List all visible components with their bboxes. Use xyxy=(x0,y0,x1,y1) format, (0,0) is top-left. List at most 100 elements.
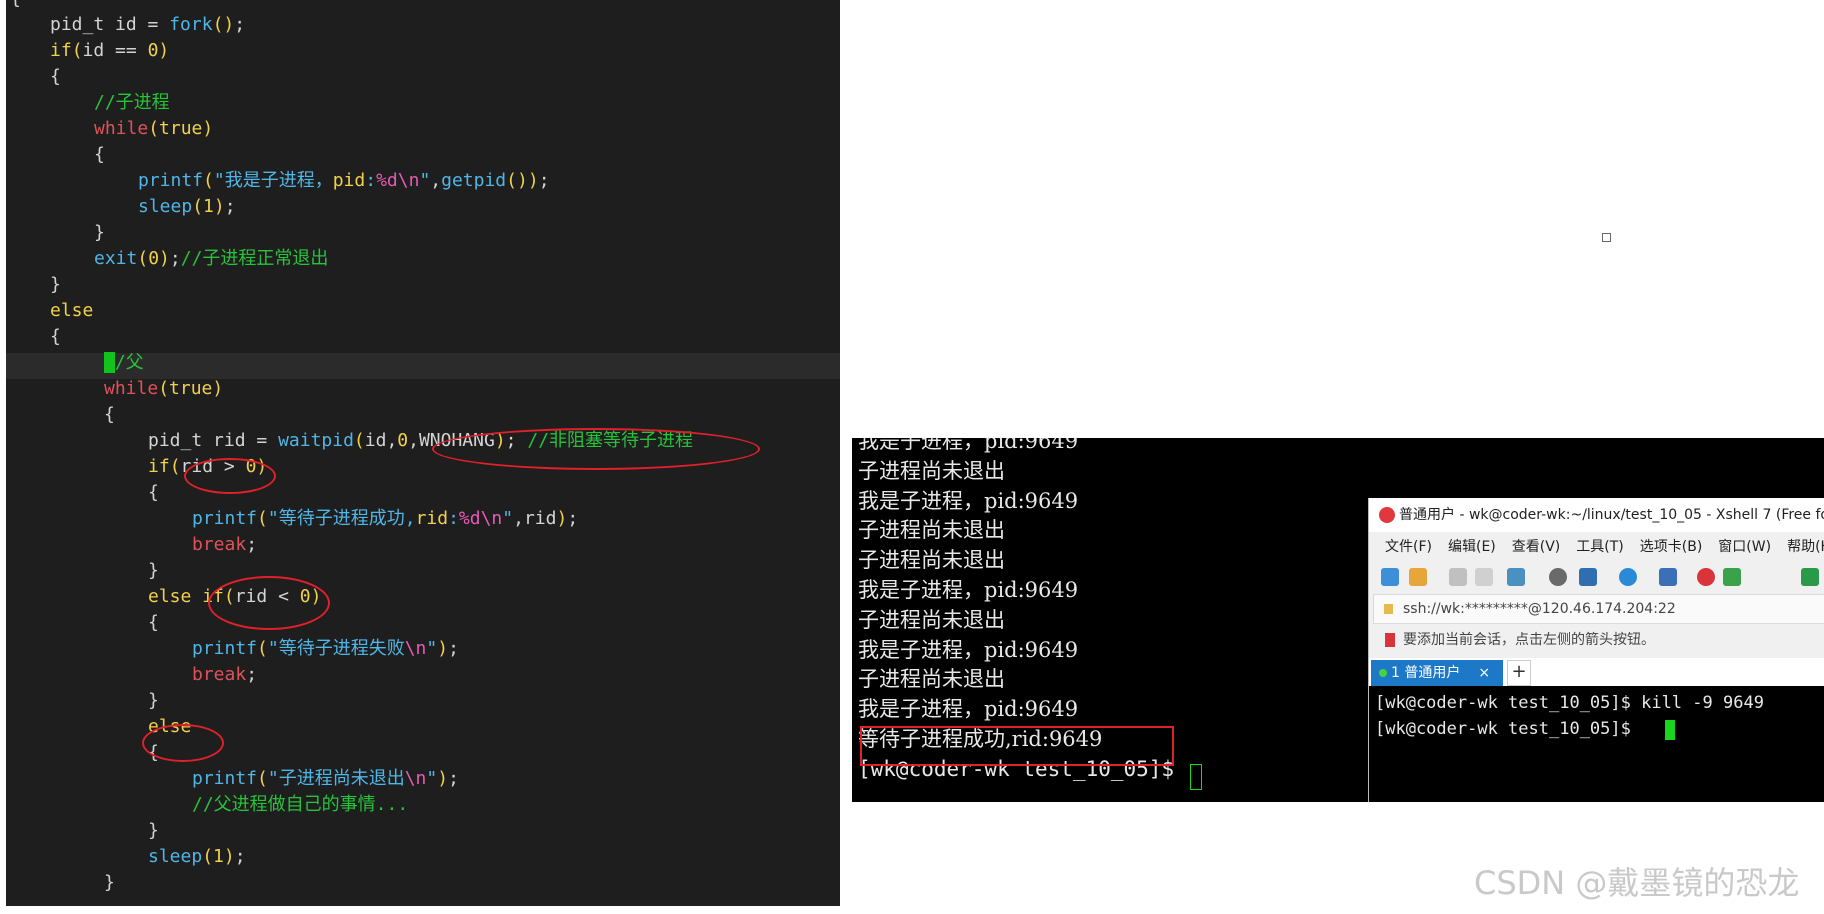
code-token: ( xyxy=(257,508,268,529)
lock-icon xyxy=(1384,604,1393,614)
code-token: ( xyxy=(212,14,224,35)
code-token: /父 xyxy=(114,352,144,373)
code-token: ( xyxy=(169,456,181,477)
code-token: getpid xyxy=(441,170,507,191)
menu-edit[interactable]: 编辑(E) xyxy=(1448,539,1496,555)
code-token: ( xyxy=(202,846,214,867)
annotation-box-wait-success xyxy=(860,726,1174,766)
code-token: ) xyxy=(437,638,449,659)
code-token: ; xyxy=(169,248,181,269)
globe-icon[interactable] xyxy=(1619,568,1637,586)
disconnect-icon[interactable] xyxy=(1475,568,1493,586)
code-token: ; xyxy=(234,846,246,867)
open-folder-icon[interactable] xyxy=(1409,568,1427,586)
toolbar xyxy=(1369,562,1824,592)
code-token: } xyxy=(148,560,159,581)
code-token: ; xyxy=(224,196,236,217)
xshell-terminal-line: [wk@coder-wk test_10_05]$ kill -9 9649 xyxy=(1375,693,1764,713)
menu-tools[interactable]: 工具(T) xyxy=(1576,539,1623,555)
code-token: { xyxy=(50,326,61,347)
menu-view[interactable]: 查看(V) xyxy=(1512,539,1561,555)
code-line: } xyxy=(148,688,159,714)
code-token: 0 xyxy=(147,40,159,61)
code-token: ; xyxy=(234,14,246,35)
code-token: //子进程正常退出 xyxy=(180,248,329,269)
menu-window[interactable]: 窗口(W) xyxy=(1718,539,1771,555)
window-title-bar[interactable]: 普通用户 - wk@coder-wk:~/linux/test_10_05 - … xyxy=(1369,498,1824,532)
code-token: break xyxy=(192,664,247,685)
font-icon[interactable] xyxy=(1659,568,1677,586)
new-tab-button[interactable]: + xyxy=(1507,660,1531,686)
code-token: } xyxy=(94,222,105,243)
code-token: ( xyxy=(257,638,268,659)
code-token: pid_t xyxy=(148,430,214,451)
code-line: { xyxy=(104,402,115,428)
address-bar[interactable]: ssh://wk:*********@120.46.174.204:22 xyxy=(1373,594,1824,624)
window-title: 普通用户 - wk@coder-wk:~/linux/test_10_05 - … xyxy=(1399,507,1824,523)
code-line: { xyxy=(10,0,21,12)
code-token: printf xyxy=(192,768,258,789)
code-token: ; xyxy=(538,170,550,191)
bookmark-flag-icon[interactable] xyxy=(1385,633,1395,647)
code-token: printf xyxy=(192,508,258,529)
search-icon[interactable] xyxy=(1549,568,1567,586)
new-session-icon[interactable] xyxy=(1381,568,1399,586)
code-token: { xyxy=(148,482,159,503)
code-token: " xyxy=(419,170,431,191)
tab-close-icon[interactable]: × xyxy=(1478,665,1490,681)
code-token: ) xyxy=(437,768,449,789)
code-token: ) xyxy=(556,508,568,529)
connect-icon[interactable] xyxy=(1449,568,1467,586)
code-token: 1 xyxy=(213,846,224,867)
code-token: %d\n xyxy=(376,170,420,191)
code-line: { xyxy=(50,324,61,350)
code-token: if xyxy=(50,40,72,61)
code-token: while xyxy=(94,118,149,139)
code-token: 1 xyxy=(203,196,214,217)
code-token: ( xyxy=(148,118,160,139)
code-editor[interactable]: {pid_t id = fork();if(id == 0){//子进程whil… xyxy=(6,0,840,906)
code-token: rid xyxy=(415,508,449,529)
code-line: printf("等待子进程成功,rid:%d\n",rid); xyxy=(192,506,578,532)
code-token: { xyxy=(10,0,21,9)
code-token: break xyxy=(192,534,247,555)
code-token: ) xyxy=(202,118,214,139)
code-line: { xyxy=(50,64,61,90)
menu-help[interactable]: 帮助(H) xyxy=(1787,539,1824,555)
code-token: \n xyxy=(404,638,427,659)
code-token: ) xyxy=(212,378,224,399)
code-line: if(id == 0) xyxy=(50,38,169,64)
annotation-circle-else xyxy=(142,724,224,762)
code-token: printf xyxy=(138,170,204,191)
menu-tab[interactable]: 选项卡(B) xyxy=(1640,539,1703,555)
code-token: ( xyxy=(353,430,365,451)
code-token: : xyxy=(448,508,459,529)
settings-icon[interactable] xyxy=(1507,568,1525,586)
code-line: } xyxy=(94,220,105,246)
xshell-terminal[interactable]: [wk@coder-wk test_10_05]$ kill -9 9649 [… xyxy=(1369,686,1824,802)
code-token: { xyxy=(104,404,115,425)
tab-session[interactable]: 1 普通用户 × xyxy=(1371,660,1503,686)
status-dot-icon xyxy=(1379,669,1387,677)
code-token: ; xyxy=(246,534,258,555)
code-line: while(true) xyxy=(104,376,223,402)
code-token: pid xyxy=(332,170,366,191)
xshell-window[interactable]: 普通用户 - wk@coder-wk:~/linux/test_10_05 - … xyxy=(1368,498,1824,802)
code-token: else xyxy=(50,300,94,321)
code-token: { xyxy=(50,66,61,87)
code-token: ( xyxy=(137,248,149,269)
code-token: " xyxy=(426,768,438,789)
xftp-icon[interactable] xyxy=(1697,568,1715,586)
code-token: ( xyxy=(192,196,204,217)
code-token: } xyxy=(148,820,159,841)
code-token: ) xyxy=(517,170,528,191)
terminal-line: 我是子进程，pid:9649 xyxy=(858,578,1079,602)
terminal-line: 子进程尚未退出 xyxy=(858,667,1005,691)
tab-label: 1 普通用户 xyxy=(1391,665,1461,681)
fullscreen-icon[interactable] xyxy=(1801,568,1819,586)
terminal-line: 我是子进程，pid:9649 xyxy=(858,489,1079,513)
layout-icon[interactable] xyxy=(1579,568,1597,586)
script-icon[interactable] xyxy=(1723,568,1741,586)
menu-file[interactable]: 文件(F) xyxy=(1385,539,1432,555)
code-line: sleep(1); xyxy=(138,194,236,220)
